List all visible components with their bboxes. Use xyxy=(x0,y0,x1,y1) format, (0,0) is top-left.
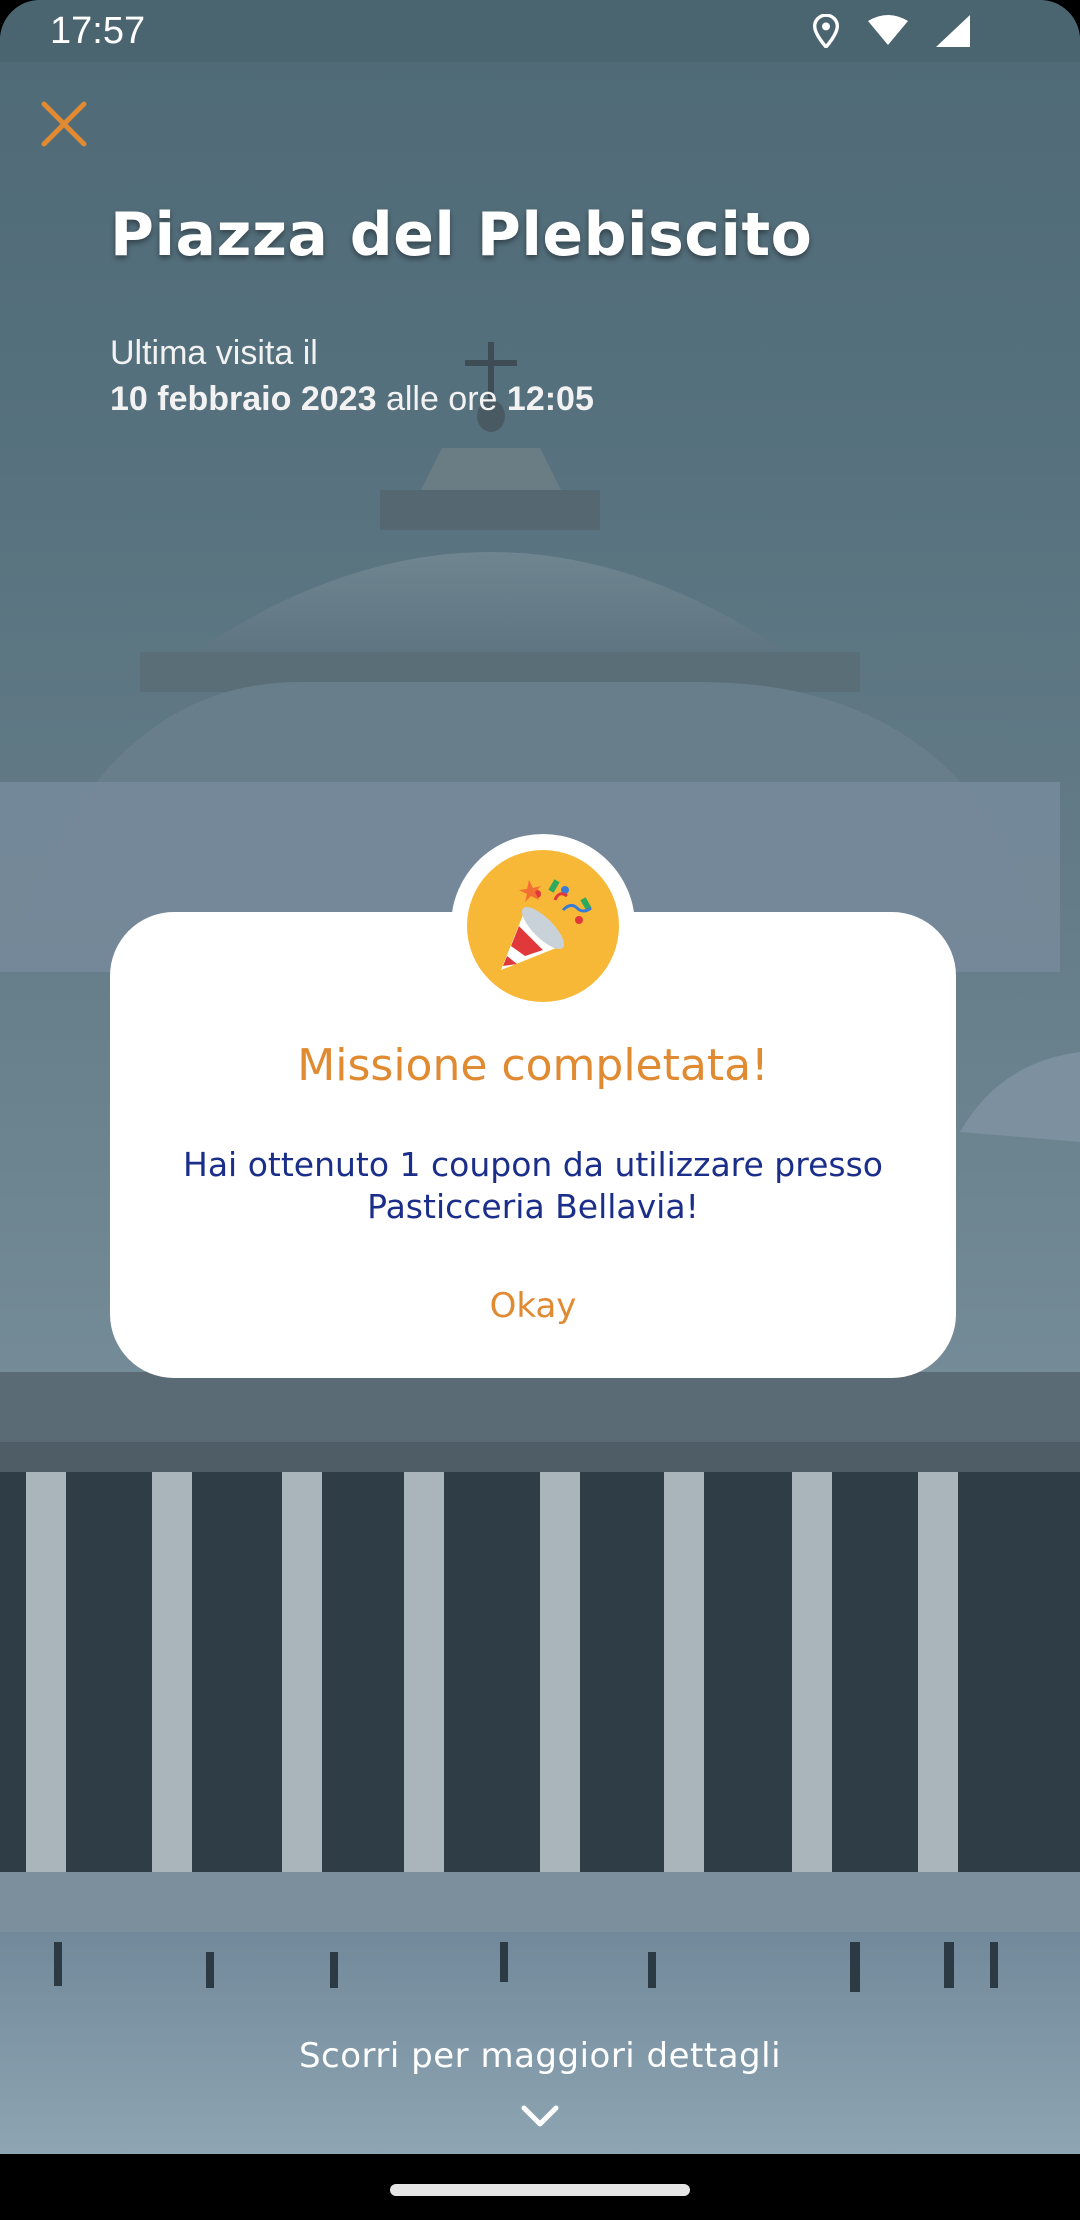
okay-button[interactable]: Okay xyxy=(110,1286,956,1326)
last-visit-date: 10 febbraio 2023 xyxy=(110,380,377,418)
wifi-icon xyxy=(868,15,908,45)
dialog-title: Missione completata! xyxy=(297,1040,769,1091)
last-visit-label: Ultima visita il xyxy=(110,334,318,372)
last-visit-datetime: 10 febbraio 2023 alle ore 12:05 xyxy=(110,380,594,419)
app-screen: 17:57 Piazza del Plebiscito Ultima visit… xyxy=(0,0,1080,2154)
chevron-down-icon[interactable] xyxy=(520,2102,560,2130)
status-icons xyxy=(812,14,970,48)
location-icon xyxy=(812,14,840,48)
home-gesture-pill[interactable] xyxy=(390,2184,690,2196)
last-visit-time: 12:05 xyxy=(506,380,594,418)
last-visit-connector: alle ore xyxy=(385,380,498,418)
dialog-message: Hai ottenuto 1 coupon da utilizzare pres… xyxy=(183,1145,883,1226)
status-time: 17:57 xyxy=(50,10,146,52)
signal-icon xyxy=(936,15,970,47)
close-icon[interactable] xyxy=(36,96,92,152)
scroll-hint: Scorri per maggiori dettagli xyxy=(298,2036,782,2076)
party-popper-icon xyxy=(501,879,592,970)
status-bar: 17:57 xyxy=(0,0,1080,62)
page-title: Piazza del Plebiscito xyxy=(110,200,813,270)
badge-circle xyxy=(467,850,619,1002)
